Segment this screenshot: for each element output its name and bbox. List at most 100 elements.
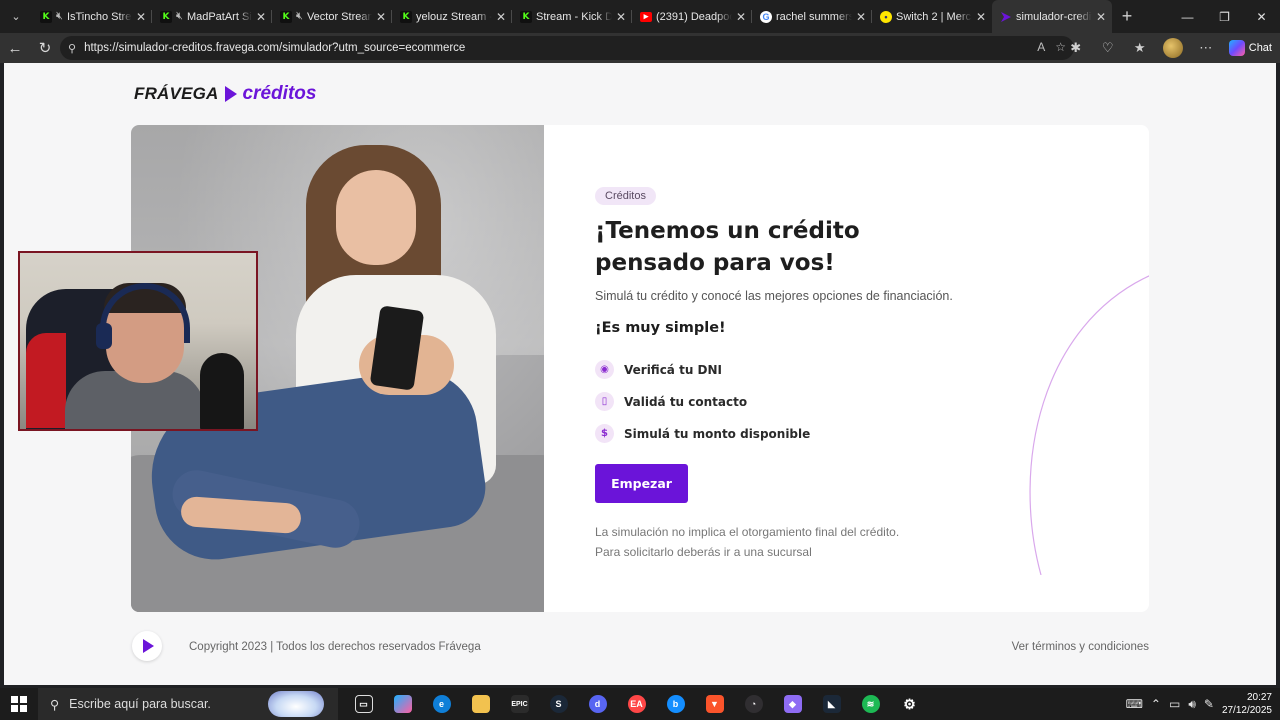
fravega-icon: [1000, 11, 1012, 23]
browser-tab[interactable]: K 🔇︎ Vector Strean ✕: [272, 0, 392, 33]
close-tab-icon[interactable]: ✕: [136, 10, 146, 24]
taskbar-search[interactable]: ⚲ Escribe aquí para buscar.: [38, 688, 338, 720]
extensions-icon[interactable]: ✱: [1061, 40, 1091, 56]
read-aloud-icon[interactable]: A: [1037, 40, 1045, 54]
category-pill: Créditos: [595, 187, 656, 205]
battlenet-icon[interactable]: b: [656, 688, 695, 720]
keyboard-icon[interactable]: ⌨: [1126, 697, 1143, 711]
page-title: ¡Tenemos un crédito pensado para vos!: [595, 218, 860, 276]
obs-icon[interactable]: ◔: [734, 688, 773, 720]
browser-tab[interactable]: K 🔇︎ MadPatArt Si ✕: [152, 0, 272, 33]
discord-icon[interactable]: d: [578, 688, 617, 720]
windows-logo-icon: [11, 696, 27, 712]
site-info-icon[interactable]: ⚲: [68, 42, 76, 55]
back-icon[interactable]: ←: [0, 33, 30, 63]
browser-tab-strip: ⌄ K 🔇︎ IsTincho Stre ✕ K 🔇︎ MadPatArt Si…: [0, 0, 1280, 33]
spotify-icon[interactable]: ≋: [851, 688, 890, 720]
epic-games-icon[interactable]: EPIC: [500, 688, 539, 720]
close-tab-icon[interactable]: ✕: [256, 10, 266, 24]
decorative-arc: [1029, 275, 1149, 575]
game-controller-icon[interactable]: ◆: [773, 688, 812, 720]
disclaimer-line-1: La simulación no implica el otorgamiento…: [595, 525, 900, 539]
step-verify-dni: ◉ Verificá tu DNI: [595, 360, 722, 379]
reload-icon[interactable]: ↻: [30, 33, 60, 63]
page-subtitle: Simulá tu crédito y conocé las mejores o…: [595, 289, 953, 303]
copilot-app-icon[interactable]: [383, 688, 422, 720]
kick-icon: K: [160, 10, 172, 23]
tab-title: Stream - Kick Da: [536, 10, 612, 23]
browser-tab[interactable]: • Switch 2 | Mercad ✕: [872, 0, 992, 33]
browser-tab[interactable]: K 🔇︎ IsTincho Stre ✕: [32, 0, 152, 33]
search-icon: ⚲: [50, 697, 60, 712]
muted-icon[interactable]: 🔇︎: [56, 10, 63, 23]
browser-tab[interactable]: K yelouz Stream - V ✕: [392, 0, 512, 33]
logo-brand: FRÁVEGA: [134, 84, 219, 103]
search-placeholder: Escribe aquí para buscar.: [69, 697, 211, 711]
footer-fravega-logo[interactable]: [132, 631, 162, 661]
steps-heading: ¡Es muy simple!: [595, 320, 726, 336]
tab-title: Switch 2 | Mercad: [896, 10, 972, 23]
steam-icon[interactable]: S: [539, 688, 578, 720]
restore-icon[interactable]: ❐: [1206, 0, 1243, 33]
volume-icon[interactable]: 🔊︎: [1188, 697, 1196, 712]
show-hidden-icons-chevron-icon[interactable]: ⌃: [1151, 697, 1161, 711]
tab-title: MadPatArt Si: [186, 10, 252, 23]
more-menu-icon[interactable]: ⋯: [1191, 40, 1221, 56]
copyright-text: Copyright 2023 | Todos los derechos rese…: [189, 641, 481, 653]
disclaimer-line-2: Para solicitarlo deberás ir a una sucurs…: [595, 545, 812, 559]
file-explorer-icon[interactable]: [461, 688, 500, 720]
kick-icon: K: [400, 10, 412, 23]
browser-tab-active[interactable]: simulador-credit ✕: [992, 0, 1112, 33]
tab-title: rachel summers -: [776, 10, 852, 23]
clock[interactable]: 20:27 27/12/2025: [1222, 691, 1272, 717]
clock-date: 27/12/2025: [1221, 705, 1272, 716]
close-tab-icon[interactable]: ✕: [976, 10, 986, 24]
tab-title: IsTincho Stre: [66, 10, 132, 23]
profile-avatar[interactable]: [1162, 38, 1183, 58]
close-tab-icon[interactable]: ✕: [736, 10, 746, 24]
kick-icon: K: [520, 10, 532, 23]
edge-icon[interactable]: e: [422, 688, 461, 720]
close-tab-icon[interactable]: ✕: [376, 10, 386, 24]
start-button[interactable]: Empezar: [595, 464, 688, 503]
close-window-icon[interactable]: ✕: [1243, 0, 1280, 33]
browser-tab[interactable]: K Stream - Kick Da ✕: [512, 0, 632, 33]
browser-tab[interactable]: G rachel summers - ✕: [752, 0, 872, 33]
network-icon[interactable]: ▭: [1169, 697, 1180, 711]
steam-alt-icon[interactable]: ◣: [812, 688, 851, 720]
close-tab-icon[interactable]: ✕: [496, 10, 506, 24]
system-tray: ⌨ ⌃ ▭ 🔊︎ ✎ 20:27 27/12/2025: [1126, 688, 1280, 720]
close-tab-icon[interactable]: ✕: [1096, 10, 1106, 24]
copilot-chat-button[interactable]: Chat: [1223, 40, 1280, 56]
browser-essentials-icon[interactable]: ♡: [1093, 40, 1123, 56]
google-icon: G: [760, 10, 772, 23]
tab-title: (2391) Deadpool: [656, 10, 732, 23]
weather-widget-icon[interactable]: [268, 691, 324, 717]
microphone-icon: [200, 353, 244, 429]
ea-app-icon[interactable]: EA: [617, 688, 656, 720]
hero-content: Créditos ¡Tenemos un crédito pensado par…: [595, 125, 1025, 612]
windows-start-button[interactable]: [0, 688, 38, 720]
new-tab-button[interactable]: +: [1112, 6, 1142, 27]
settings-gear-icon[interactable]: ⚙: [890, 688, 929, 720]
favorites-icon[interactable]: ★: [1125, 40, 1155, 56]
muted-icon[interactable]: 🔇︎: [176, 10, 183, 23]
close-tab-icon[interactable]: ✕: [856, 10, 866, 24]
copilot-icon: [1228, 40, 1245, 56]
fravega-chevron-icon: [224, 86, 237, 102]
browser-tab[interactable]: ▸ (2391) Deadpool ✕: [632, 0, 752, 33]
pen-icon[interactable]: ✎: [1204, 697, 1214, 711]
url-text[interactable]: https://simulador-creditos.fravega.com/s…: [84, 42, 465, 54]
minimize-icon[interactable]: —: [1169, 0, 1206, 33]
youtube-icon: ▸: [640, 11, 652, 22]
terms-link[interactable]: Ver términos y condiciones: [1012, 641, 1149, 653]
clock-time: 20:27: [1246, 692, 1272, 703]
task-view-icon[interactable]: ▭: [344, 688, 383, 720]
close-tab-icon[interactable]: ✕: [616, 10, 626, 24]
fravega-creditos-logo[interactable]: FRÁVEGA créditos: [134, 83, 316, 105]
logo-subbrand: créditos: [242, 83, 317, 104]
tab-actions-menu-icon[interactable]: ⌄: [0, 0, 32, 33]
address-bar[interactable]: ⚲ https://simulador-creditos.fravega.com…: [60, 36, 1074, 60]
muted-icon[interactable]: 🔇︎: [296, 10, 303, 23]
brave-icon[interactable]: ▼: [695, 688, 734, 720]
